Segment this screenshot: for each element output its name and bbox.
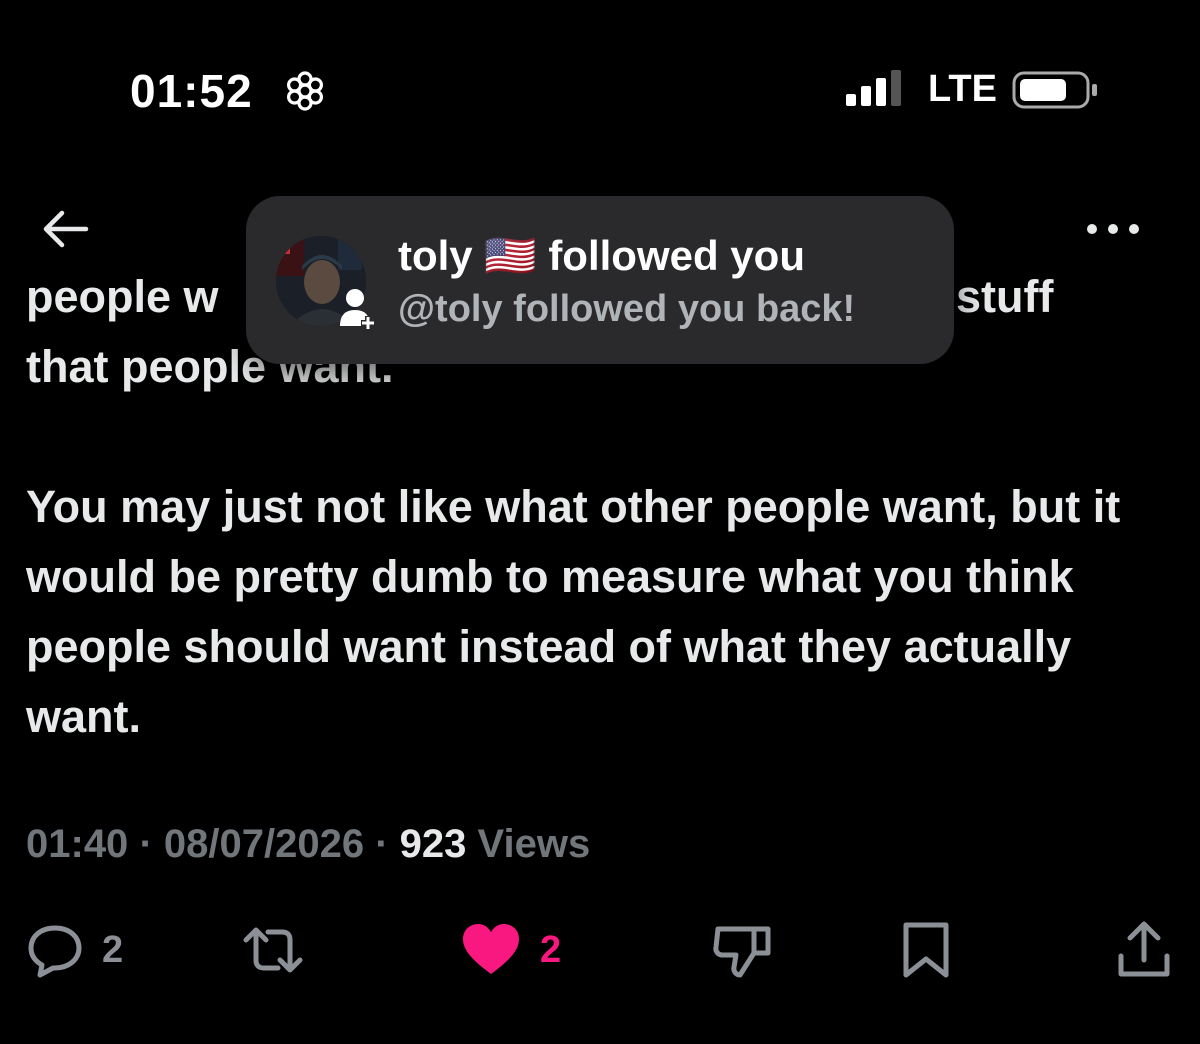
follow-notification[interactable]: toly 🇺🇸 followed you @toly followed you … bbox=[246, 196, 954, 364]
arrow-left-icon[interactable] bbox=[36, 207, 96, 251]
views-count[interactable]: 923 bbox=[400, 822, 467, 866]
notification-title: toly 🇺🇸 followed you bbox=[398, 232, 805, 281]
reply-count: 2 bbox=[102, 928, 124, 971]
bookmark-button[interactable] bbox=[900, 920, 952, 980]
retweet-button[interactable] bbox=[240, 920, 306, 980]
meta-separator: · bbox=[139, 822, 153, 866]
notification-subtitle: @toly followed you back! bbox=[398, 288, 856, 330]
retweet-icon bbox=[243, 927, 303, 973]
share-button[interactable] bbox=[1116, 920, 1172, 980]
meta-separator: · bbox=[375, 822, 389, 866]
network-type: LTE bbox=[928, 68, 997, 110]
heart-icon bbox=[463, 924, 519, 974]
focus-flower-icon bbox=[287, 71, 323, 111]
battery-icon bbox=[1012, 71, 1097, 109]
more-horizontal-icon[interactable] bbox=[1082, 209, 1144, 249]
share-icon bbox=[1118, 921, 1170, 977]
tweet-time: 01:40 bbox=[26, 822, 129, 866]
reply-icon bbox=[28, 925, 82, 978]
action-bar: 2 2 bbox=[0, 910, 1200, 990]
status-time: 01:52 bbox=[130, 65, 253, 117]
like-count: 2 bbox=[540, 928, 562, 971]
notification-username: toly bbox=[398, 232, 473, 279]
flag-emoji: 🇺🇸 bbox=[484, 232, 537, 279]
tweet-meta: 01:40 · 08/07/2026 · 923 Views bbox=[26, 822, 590, 867]
like-button[interactable]: 2 bbox=[460, 920, 561, 980]
cellular-signal-icon bbox=[846, 70, 901, 106]
views-label[interactable]: Views bbox=[478, 822, 591, 866]
person-add-icon bbox=[340, 289, 375, 330]
bookmark-icon bbox=[903, 922, 949, 978]
notification-action: followed you bbox=[548, 232, 805, 279]
tweet-paragraph-2: You may just not like what other people … bbox=[26, 481, 1121, 742]
downvote-button[interactable] bbox=[712, 920, 772, 980]
thumbs-down-icon bbox=[713, 926, 771, 978]
tweet-date: 08/07/2026 bbox=[163, 822, 365, 866]
reply-button[interactable]: 2 bbox=[26, 920, 123, 980]
status-bar: 01:52 LTE bbox=[0, 0, 1200, 180]
